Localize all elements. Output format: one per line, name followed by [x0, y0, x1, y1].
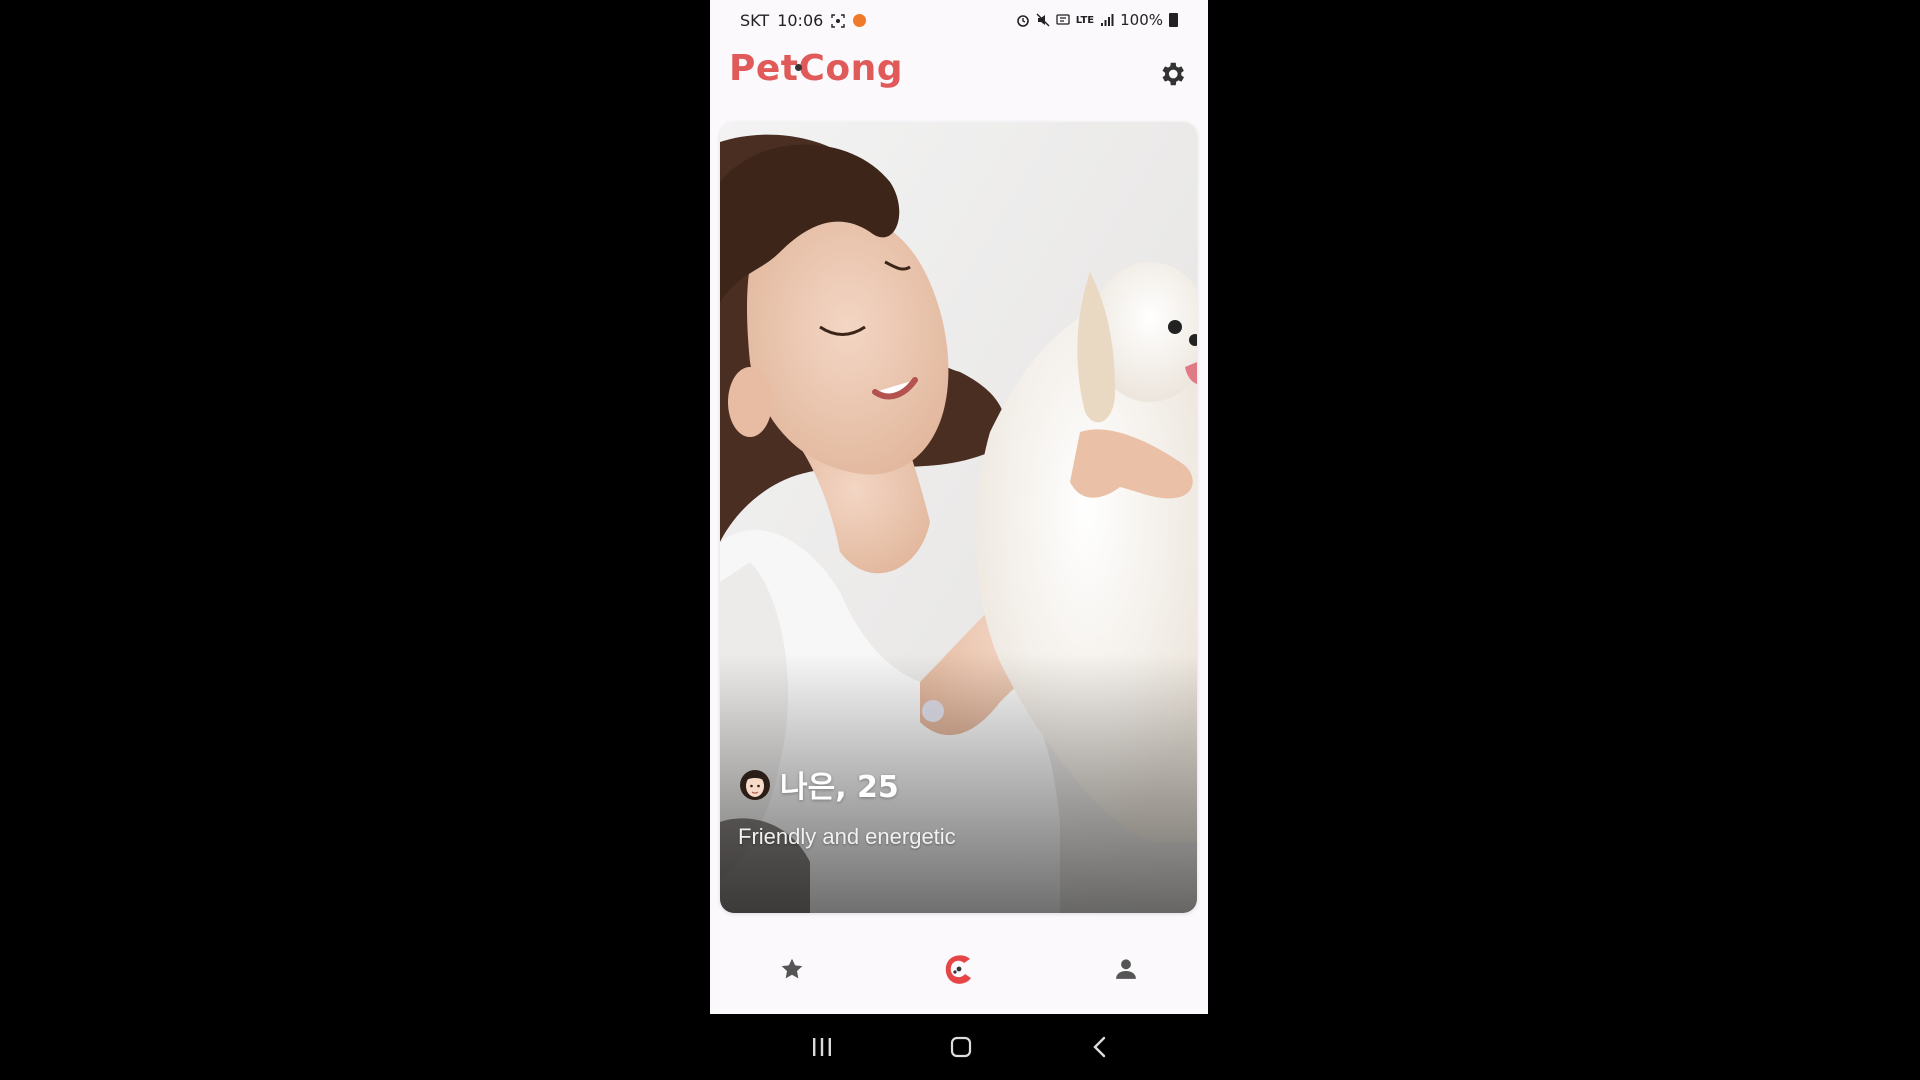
logo-text: PetCong: [729, 48, 904, 89]
person-icon: [1116, 959, 1136, 979]
status-right: LTE 100%: [1016, 11, 1178, 29]
star-icon: [781, 958, 803, 979]
bottom-navigation: [710, 926, 1208, 1014]
settings-button[interactable]: [1154, 56, 1190, 92]
carrier-label: SKT: [740, 11, 770, 30]
logo-paw-icon: [795, 64, 802, 71]
recent-apps-button[interactable]: [804, 1032, 840, 1062]
volte-icon: [1056, 14, 1070, 25]
app-bar: PetCong: [710, 40, 1208, 120]
network-type-label: LTE: [1075, 14, 1095, 26]
phone-frame: SKT 10:06 LTE 100% PetCong 나은, 25 Friend…: [710, 0, 1208, 1080]
profile-name: 나은, 25: [780, 770, 899, 805]
clock: 10:06: [777, 11, 824, 30]
profile-card[interactable]: 나은, 25 Friendly and energetic: [720, 122, 1197, 913]
recording-dot-icon: [853, 14, 867, 27]
app-logo: PetCong: [729, 48, 903, 89]
recent-apps-icon: [813, 1038, 831, 1056]
status-bar: SKT 10:06 LTE 100%: [710, 0, 1208, 40]
screen-capture-icon: [831, 13, 845, 28]
home-button[interactable]: [943, 1032, 979, 1062]
woman-emoji-icon: [740, 770, 770, 800]
nav-profile[interactable]: [1101, 944, 1151, 994]
app-screen: SKT 10:06 LTE 100% PetCong 나은, 25 Friend…: [710, 0, 1208, 1014]
back-button[interactable]: [1082, 1032, 1118, 1062]
back-chevron-icon: [1093, 1036, 1106, 1058]
touch-indicator: [922, 700, 944, 722]
nav-match[interactable]: [934, 944, 984, 994]
nav-favorites[interactable]: [767, 944, 817, 994]
petcong-logo-icon: [945, 955, 971, 984]
profile-bio: Friendly and energetic: [738, 824, 956, 849]
battery-percent: 100%: [1120, 11, 1163, 29]
battery-icon: [1169, 13, 1178, 27]
system-navigation-bar: [710, 1014, 1208, 1080]
home-icon: [950, 1036, 972, 1058]
profile-name-row: 나은, 25: [738, 762, 899, 806]
mute-icon: [1036, 13, 1050, 27]
status-left: SKT 10:06: [740, 11, 867, 30]
signal-icon: [1101, 14, 1114, 26]
alarm-icon: [1016, 15, 1029, 27]
gear-icon: [1162, 62, 1184, 86]
